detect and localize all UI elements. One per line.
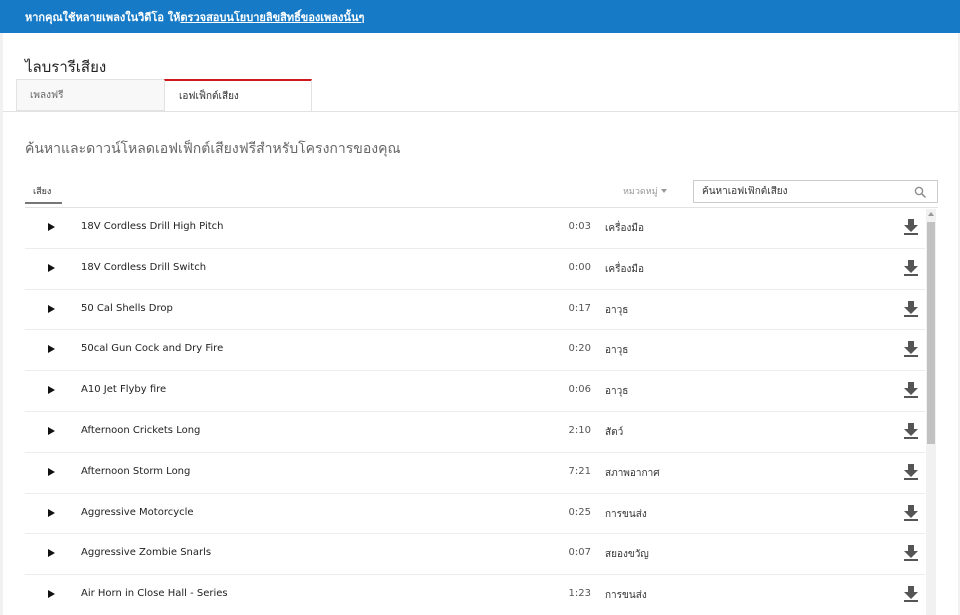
track-category: การขนส่ง (605, 508, 647, 520)
sound-effects-list: 18V Cordless Drill High Pitch 0:03 เครื่… (25, 208, 925, 615)
play-icon[interactable] (48, 549, 55, 558)
track-duration: 0:25 (568, 506, 591, 518)
play-icon[interactable] (48, 508, 55, 517)
audio-library-panel: ไลบรารีเสียง เพลงฟรี เอฟเฟ็กต์เสียง ค้นห… (3, 33, 958, 615)
play-icon[interactable] (48, 386, 55, 395)
track-row: Aggressive Motorcycle 0:25 การขนส่ง (25, 494, 925, 535)
copyright-policy-link[interactable]: ตรวจสอบนโยบายลิขสิทธิ์ของเพลงนั้นๆ (180, 8, 364, 26)
tab-sound-effects[interactable]: เอฟเฟ็กต์เสียง (164, 79, 312, 111)
track-duration: 0:07 (568, 547, 591, 559)
track-row: Aggressive Zombie Snarls 0:07 สยองขวัญ (25, 534, 925, 576)
track-name: 50 Cal Shells Drop (81, 302, 173, 314)
track-duration: 2:10 (568, 424, 591, 436)
page-subtitle: ค้นหาและดาวน์โหลดเอฟเฟ็กต์เสียงฟรีสำหรับ… (25, 141, 401, 157)
track-row: A10 Jet Flyby fire 0:06 อาวุธ (25, 371, 925, 412)
track-category: อาวุธ (605, 345, 629, 357)
track-duration: 7:21 (568, 465, 591, 477)
sound-filter-tab[interactable]: เสียง (25, 184, 62, 204)
play-icon[interactable] (48, 345, 55, 354)
page-title: ไลบรารีเสียง (25, 58, 107, 76)
search-icon[interactable] (914, 186, 926, 198)
track-name: 18V Cordless Drill Switch (81, 261, 207, 273)
download-icon[interactable] (904, 422, 918, 439)
track-category: อาวุธ (605, 304, 629, 316)
play-icon[interactable] (48, 304, 55, 313)
download-icon[interactable] (904, 504, 918, 521)
search-input[interactable] (694, 186, 904, 197)
track-category: เครื่องมือ (605, 223, 644, 234)
track-name: Air Horn in Close Hall - Series (81, 588, 228, 600)
track-row: Air Horn in Close Hall - Series 1:23 การ… (25, 575, 925, 615)
track-duration: 0:03 (568, 221, 591, 232)
download-icon[interactable] (904, 259, 918, 276)
track-row: Afternoon Storm Long 7:21 สภาพอากาศ (25, 453, 925, 494)
track-duration: 0:20 (568, 343, 591, 355)
track-duration: 0:06 (568, 384, 591, 396)
play-icon[interactable] (48, 263, 55, 272)
track-name: A10 Jet Flyby fire (81, 384, 167, 396)
track-row: Afternoon Crickets Long 2:10 สัตว์ (25, 412, 925, 453)
track-row: 50cal Gun Cock and Dry Fire 0:20 อาวุธ (25, 330, 925, 372)
category-dropdown[interactable]: หมวดหมู่ (623, 184, 667, 198)
track-category: สัตว์ (605, 426, 624, 438)
download-icon[interactable] (904, 341, 918, 358)
caret-down-icon (660, 189, 667, 193)
scroll-up-arrow-icon[interactable] (928, 212, 934, 216)
track-name: Afternoon Storm Long (81, 465, 191, 477)
track-category: การขนส่ง (605, 590, 647, 602)
tabs-divider (3, 111, 958, 112)
track-category: อาวุธ (605, 386, 629, 398)
track-name: 50cal Gun Cock and Dry Fire (81, 343, 224, 355)
track-duration: 0:17 (568, 302, 591, 314)
track-name: 18V Cordless Drill High Pitch (81, 221, 224, 232)
download-icon[interactable] (904, 545, 918, 562)
track-name: Aggressive Motorcycle (81, 506, 194, 518)
list-scrollbar[interactable] (926, 209, 936, 615)
track-duration: 1:23 (568, 588, 591, 600)
play-icon[interactable] (48, 426, 55, 435)
scrollbar-thumb[interactable] (927, 222, 935, 444)
banner-text: หากคุณใช้หลายเพลงในวิดีโอ ให้ (25, 10, 181, 24)
tab-free-music[interactable]: เพลงฟรี (16, 79, 164, 111)
track-name: Afternoon Crickets Long (81, 424, 201, 436)
track-row: 18V Cordless Drill Switch 0:00 เครื่องมื… (25, 249, 925, 290)
download-icon[interactable] (904, 463, 918, 480)
track-category: สภาพอากาศ (605, 467, 660, 479)
track-row: 50 Cal Shells Drop 0:17 อาวุธ (25, 290, 925, 331)
download-icon[interactable] (904, 300, 918, 317)
download-icon[interactable] (904, 586, 918, 603)
play-icon[interactable] (48, 467, 55, 476)
library-tabs: เพลงฟรี เอฟเฟ็กต์เสียง (16, 79, 312, 111)
track-category: เครื่องมือ (605, 263, 644, 275)
track-row: 18V Cordless Drill High Pitch 0:03 เครื่… (25, 208, 925, 249)
category-label: หมวดหมู่ (623, 187, 658, 197)
track-duration: 0:00 (568, 261, 591, 273)
search-box[interactable] (693, 180, 938, 203)
track-name: Aggressive Zombie Snarls (81, 547, 212, 559)
copyright-banner: หากคุณใช้หลายเพลงในวิดีโอ ให้ ตรวจสอบนโยบ… (0, 0, 960, 33)
download-icon[interactable] (904, 382, 918, 399)
track-category: สยองขวัญ (605, 549, 649, 561)
download-icon[interactable] (904, 219, 918, 235)
play-icon[interactable] (48, 223, 55, 231)
play-icon[interactable] (48, 590, 55, 599)
